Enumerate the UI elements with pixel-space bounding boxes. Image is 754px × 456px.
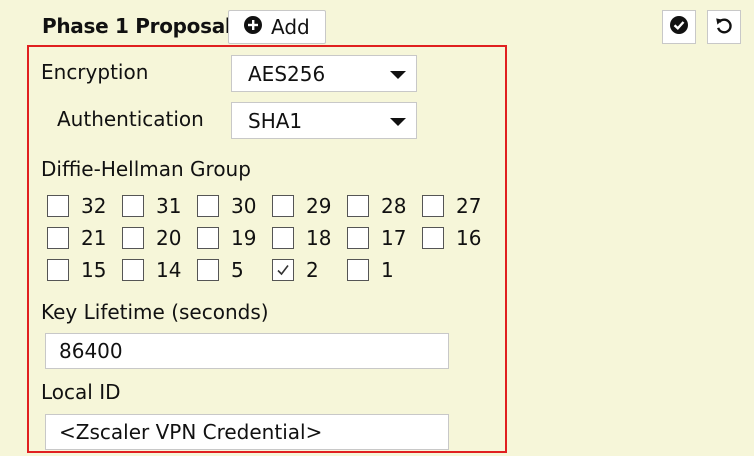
dh-group-value: 20	[156, 226, 182, 250]
dh-group-option[interactable]: 5	[197, 258, 244, 282]
dh-group-option[interactable]: 20	[122, 226, 181, 250]
dh-group-checkbox[interactable]	[47, 195, 69, 217]
dh-group-option[interactable]: 16	[422, 226, 481, 250]
dh-group-checkbox[interactable]	[47, 259, 69, 281]
plus-circle-icon	[243, 15, 263, 40]
local-id-input[interactable]: <Zscaler VPN Credential>	[45, 414, 449, 450]
dh-group-option[interactable]: 27	[422, 194, 481, 218]
dh-group-value: 29	[306, 194, 332, 218]
dh-group-value: 18	[306, 226, 332, 250]
dh-group-value: 16	[456, 226, 482, 250]
dh-group-option[interactable]: 28	[347, 194, 406, 218]
chevron-down-icon	[390, 118, 406, 126]
add-button[interactable]: Add	[228, 10, 326, 44]
authentication-value: SHA1	[248, 108, 303, 133]
dh-group-option[interactable]: 14	[122, 258, 181, 282]
dh-group-value: 21	[81, 226, 107, 250]
dh-group-value: 5	[231, 258, 244, 282]
dh-group-value: 17	[381, 226, 407, 250]
dh-group-option[interactable]: 1	[347, 258, 394, 282]
dh-group-checkbox[interactable]	[272, 195, 294, 217]
key-lifetime-label: Key Lifetime (seconds)	[41, 300, 269, 324]
dh-group-checkbox[interactable]	[197, 227, 219, 249]
chevron-down-icon	[390, 71, 406, 79]
encryption-label: Encryption	[41, 60, 149, 84]
dh-group-option[interactable]: 19	[197, 226, 256, 250]
dh-group-option[interactable]: 21	[47, 226, 106, 250]
dh-group-value: 30	[231, 194, 257, 218]
check-circle-icon	[669, 15, 689, 39]
dh-group-checkbox[interactable]	[122, 195, 144, 217]
dh-group-option[interactable]: 32	[47, 194, 106, 218]
dh-group-value: 1	[381, 258, 394, 282]
revert-button[interactable]	[707, 10, 741, 44]
key-lifetime-value: 86400	[59, 339, 123, 363]
dh-group-value: 32	[81, 194, 107, 218]
dh-group-value: 19	[231, 226, 257, 250]
page-title: Phase 1 Proposal	[42, 14, 232, 38]
undo-icon	[714, 15, 734, 39]
encryption-value: AES256	[248, 61, 326, 86]
dh-group-option[interactable]: 17	[347, 226, 406, 250]
dh-group-value: 28	[381, 194, 407, 218]
authentication-label: Authentication	[57, 107, 204, 131]
dh-group-option[interactable]: 2	[272, 258, 319, 282]
dh-group-checkbox[interactable]	[197, 195, 219, 217]
apply-button[interactable]	[662, 10, 696, 44]
checkmark-icon	[277, 265, 289, 276]
dh-group-checkbox[interactable]	[422, 195, 444, 217]
dh-group-option[interactable]: 29	[272, 194, 331, 218]
dh-group-checkbox[interactable]	[122, 259, 144, 281]
local-id-value: <Zscaler VPN Credential>	[59, 420, 323, 444]
dh-group-option[interactable]: 18	[272, 226, 331, 250]
dh-group-value: 14	[156, 258, 182, 282]
dh-group-value: 15	[81, 258, 107, 282]
dh-group-checkbox[interactable]	[347, 227, 369, 249]
dh-group-label: Diffie-Hellman Group	[41, 157, 251, 181]
local-id-label: Local ID	[41, 380, 121, 404]
dh-group-option[interactable]: 31	[122, 194, 181, 218]
dh-group-checkbox[interactable]	[197, 259, 219, 281]
add-button-label: Add	[271, 15, 310, 39]
dh-group-value: 27	[456, 194, 482, 218]
dh-group-value: 2	[306, 258, 319, 282]
dh-group-value: 31	[156, 194, 182, 218]
dh-group-checkbox[interactable]	[47, 227, 69, 249]
dh-group-checkbox[interactable]	[272, 259, 294, 281]
dh-group-checkbox[interactable]	[272, 227, 294, 249]
dh-group-checkbox[interactable]	[422, 227, 444, 249]
dh-group-option[interactable]: 30	[197, 194, 256, 218]
dh-group-option[interactable]: 15	[47, 258, 106, 282]
encryption-select[interactable]: AES256	[231, 55, 417, 92]
authentication-select[interactable]: SHA1	[231, 102, 417, 139]
dh-group-checkbox[interactable]	[347, 259, 369, 281]
dh-group-checkbox[interactable]	[122, 227, 144, 249]
dh-group-checkbox[interactable]	[347, 195, 369, 217]
key-lifetime-input[interactable]: 86400	[45, 333, 449, 369]
